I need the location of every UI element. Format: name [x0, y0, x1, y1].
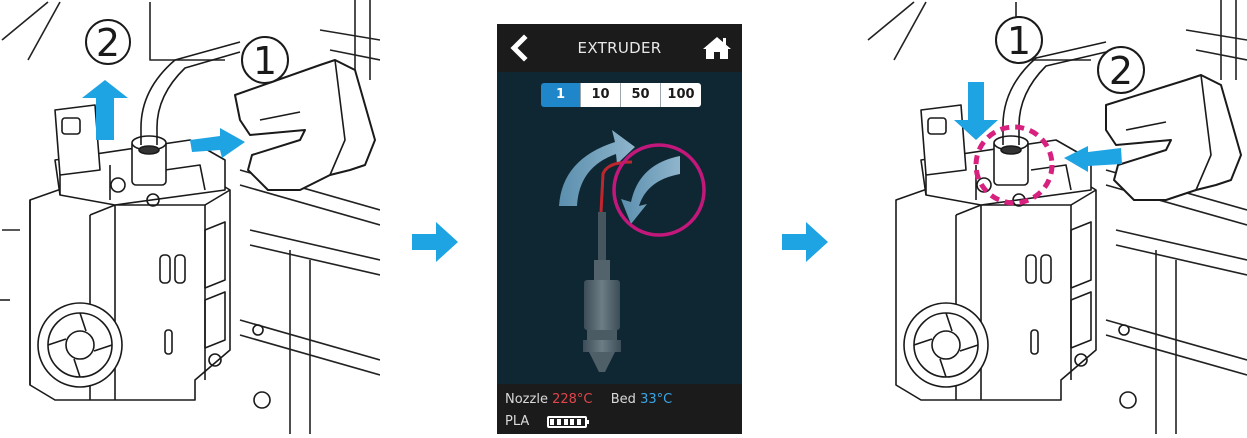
- right-step-illustration: 1 2: [866, 0, 1247, 434]
- step-option-10[interactable]: 10: [581, 83, 621, 107]
- step-size-selector: 1 10 50 100: [541, 83, 701, 107]
- nozzle-label: Nozzle: [505, 392, 548, 407]
- retract-filament-button[interactable]: [559, 130, 635, 206]
- hotend-icon: [583, 212, 621, 372]
- bed-temperature: 33°C: [640, 392, 673, 407]
- step-option-1[interactable]: 1: [541, 83, 581, 107]
- callout-one: 1: [241, 36, 289, 84]
- callout-two: 2: [1097, 46, 1145, 94]
- filament-gauge-cell: [576, 419, 581, 425]
- svg-text:1: 1: [1007, 19, 1031, 63]
- step-option-100[interactable]: 100: [661, 83, 701, 107]
- highlight-circle: [612, 143, 706, 237]
- svg-text:2: 2: [1109, 49, 1133, 93]
- svg-text:1: 1: [253, 39, 277, 83]
- filament-gauge-cell: [570, 419, 575, 425]
- svg-text:2: 2: [96, 21, 120, 65]
- extrude-filament-button[interactable]: [621, 156, 680, 224]
- filament-gauge-icon: [547, 416, 590, 428]
- step-option-50[interactable]: 50: [621, 83, 661, 107]
- filament-gauge-cell: [550, 419, 555, 425]
- home-icon[interactable]: [702, 35, 732, 61]
- screen-header: EXTRUDER: [497, 24, 742, 72]
- next-step-arrow-icon: [412, 222, 458, 262]
- extruder-screen: EXTRUDER 1 10 50 100 Nozzle 228°C Bed 33…: [497, 24, 742, 434]
- callout-two: 2: [85, 19, 131, 65]
- bed-label: Bed: [610, 392, 636, 407]
- material-label: PLA: [505, 414, 530, 429]
- callout-one: 1: [995, 16, 1043, 64]
- status-bar: Nozzle 228°C Bed 33°C PLA: [497, 384, 742, 434]
- material-row: PLA: [505, 414, 590, 429]
- temperature-readout: Nozzle 228°C Bed 33°C: [505, 392, 672, 407]
- left-step-illustration: 2 1: [0, 0, 381, 434]
- filament-gauge-cell: [557, 419, 562, 425]
- extruder-illustration: [559, 130, 706, 372]
- lever-clip-icon: [1105, 74, 1242, 201]
- nozzle-temperature: 228°C: [552, 392, 593, 407]
- next-step-arrow-icon: [782, 222, 828, 262]
- filament-gauge-cell: [563, 419, 568, 425]
